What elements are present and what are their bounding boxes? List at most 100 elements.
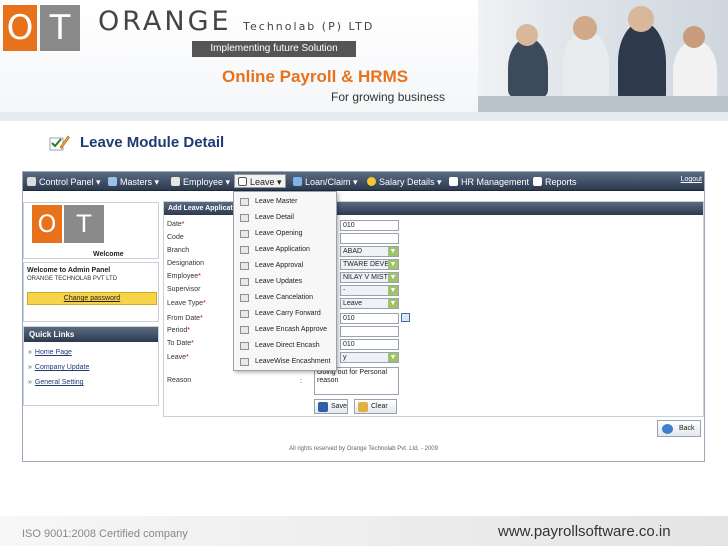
form-icon	[240, 230, 249, 238]
chevron-down-icon: ▼	[388, 273, 398, 282]
back-arrow-icon	[662, 424, 673, 434]
label-to-date: To Date*	[167, 340, 194, 347]
form-icon	[240, 294, 249, 302]
form-icon	[240, 358, 249, 366]
section-title: Leave Module Detail	[80, 134, 225, 151]
form-icon	[240, 326, 249, 334]
label-supervisor: Supervisor	[167, 286, 201, 293]
nav-label: Employee ▾	[183, 177, 231, 187]
menu-leave-updates[interactable]: Leave Updates	[234, 274, 336, 290]
save-button[interactable]: Save	[314, 399, 348, 414]
admin-panel-title: Welcome to Admin Panel	[27, 267, 111, 274]
floppy-disk-icon	[318, 402, 328, 412]
chevron-down-icon: ▼	[388, 299, 398, 308]
leave-select[interactable]: y ▼	[340, 352, 399, 363]
from-date-input[interactable]: 010	[340, 313, 399, 324]
business-people-photo	[478, 0, 728, 112]
label-code: Code	[167, 234, 184, 241]
logo-t-tile: T	[40, 5, 80, 51]
company-tagline: Implementing future Solution	[192, 41, 356, 57]
reason-colon: :	[300, 378, 302, 385]
form-icon	[240, 246, 249, 254]
chevron-down-icon: ▼	[388, 260, 398, 269]
form-icon	[240, 310, 249, 318]
sidebar-logo-box: O T Welcome	[23, 202, 159, 259]
nav-leave[interactable]: Leave ▾	[234, 174, 286, 188]
company-name-main: ORANGE	[98, 6, 232, 37]
section-divider	[0, 112, 728, 121]
to-date-input[interactable]: 010	[340, 339, 399, 350]
chevron-down-icon: ▼	[388, 286, 398, 295]
admin-company-name: ORANGE TECHNOLAB PVT LTD	[27, 276, 118, 282]
nav-employee[interactable]: Employee ▾	[171, 175, 230, 189]
broom-icon	[358, 402, 368, 412]
nav-control-panel[interactable]: Control Panel ▾	[27, 175, 101, 189]
branch-select[interactable]: ABAD ▼	[340, 246, 399, 257]
slide-header: O T ORANGE Technolab (P) LTD Implementin…	[0, 0, 728, 112]
menu-leave-application[interactable]: Leave Application	[234, 242, 336, 258]
label-date: Date*	[167, 221, 185, 228]
label-leave-type: Leave Type*	[167, 300, 206, 307]
quick-links-box: Quick Links Home Page Company Update Gen…	[23, 326, 159, 406]
nav-reports[interactable]: Reports	[533, 175, 577, 189]
form-icon	[240, 214, 249, 222]
menu-leave-approval[interactable]: Leave Approval	[234, 258, 336, 274]
designation-select[interactable]: TWARE DEVE ▼	[340, 259, 399, 270]
chevron-down-icon: ▼	[388, 247, 398, 256]
nav-label: Masters ▾	[120, 177, 160, 187]
period-input[interactable]	[340, 326, 399, 337]
nav-label: Loan/Claim ▾	[305, 177, 358, 187]
menu-leave-master[interactable]: Leave Master	[234, 194, 336, 210]
quick-link-home[interactable]: Home Page	[28, 349, 72, 356]
nav-salary-details[interactable]: Salary Details ▾	[367, 175, 442, 189]
logo-o-tile: O	[3, 5, 37, 51]
menu-leave-carry-forward[interactable]: Leave Carry Forward	[234, 306, 336, 322]
menu-leave-detail[interactable]: Leave Detail	[234, 210, 336, 226]
checklist-pencil-icon	[49, 135, 70, 151]
nav-label: HR Management	[461, 177, 530, 187]
nav-hr-management[interactable]: HR Management	[449, 175, 529, 189]
employee-icon	[171, 177, 180, 186]
nav-loan-claim[interactable]: Loan/Claim ▾	[293, 175, 358, 189]
label-period: Period*	[167, 327, 190, 334]
nav-label: Reports	[545, 177, 577, 187]
logout-link[interactable]: Logout	[681, 176, 702, 183]
code-input[interactable]	[340, 233, 399, 244]
reports-icon	[533, 177, 542, 186]
quick-link-company-update[interactable]: Company Update	[28, 364, 89, 371]
change-password-button[interactable]: Change password	[27, 292, 157, 305]
supervisor-select[interactable]: - ▼	[340, 285, 399, 296]
menu-leave-opening[interactable]: Leave Opening	[234, 226, 336, 242]
nav-masters[interactable]: Masters ▾	[108, 175, 159, 189]
calendar-icon[interactable]	[401, 313, 410, 322]
sidebar: O T Welcome Welcome to Admin Panel ORANG…	[23, 202, 159, 461]
label-designation: Designation	[167, 260, 204, 267]
label-reason: Reason	[167, 377, 192, 384]
leave-type-select[interactable]: Leave ▼	[340, 298, 399, 309]
menu-leave-encash-approve[interactable]: Leave Encash Approve	[234, 322, 336, 338]
form-icon	[240, 342, 249, 350]
admin-panel-box: Welcome to Admin Panel ORANGE TECHNOLAB …	[23, 262, 159, 322]
product-title: Online Payroll & HRMS	[222, 67, 409, 86]
leave-dropdown-menu: Leave Master Leave Detail Leave Opening …	[233, 191, 337, 371]
menu-leavewise-encashment[interactable]: LeaveWise Encashment	[234, 354, 336, 370]
top-nav-bar: Control Panel ▾ Masters ▾ Employee ▾ Lea…	[23, 172, 704, 191]
menu-leave-direct-encash[interactable]: Leave Direct Encash	[234, 338, 336, 354]
label-leave: Leave*	[167, 354, 189, 361]
company-name: ORANGE Technolab (P) LTD	[98, 6, 374, 37]
menu-leave-cancelation[interactable]: Leave Cancelation	[234, 290, 336, 306]
leave-icon	[238, 177, 247, 186]
reason-textarea[interactable]: Going out for Personal reason	[314, 367, 399, 395]
iso-certification: ISO 9001:2008 Certified company	[22, 528, 188, 540]
back-button[interactable]: Back	[657, 420, 701, 437]
date-input[interactable]: 010	[340, 220, 399, 231]
form-icon	[240, 262, 249, 270]
label-from-date: From Date*	[167, 315, 203, 322]
wrench-icon	[27, 177, 36, 186]
employee-select[interactable]: NILAY V MISTI ▼	[340, 272, 399, 283]
sidebar-logo-t: T	[64, 205, 104, 243]
sidebar-welcome: Welcome	[93, 251, 124, 258]
coin-icon	[367, 177, 376, 186]
clear-button[interactable]: Clear	[354, 399, 397, 414]
quick-link-general-setting[interactable]: General Setting	[28, 379, 84, 386]
